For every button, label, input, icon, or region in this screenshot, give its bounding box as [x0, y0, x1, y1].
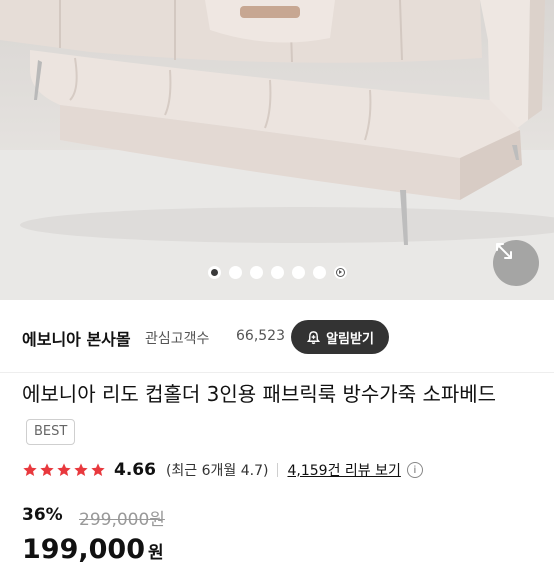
expand-arrows-icon [496, 243, 512, 259]
gallery-pagination [0, 264, 554, 280]
star-icon [57, 463, 71, 476]
pagination-dot[interactable] [291, 265, 305, 279]
info-icon[interactable]: i [406, 462, 423, 478]
divider [277, 463, 279, 477]
notification-subscribe-button[interactable]: 알림받기 [291, 320, 389, 354]
original-price: 299,000원 [79, 510, 165, 530]
star-icon [40, 463, 54, 476]
discount-rate: 36% [22, 505, 63, 525]
product-title: 에보니아 리도 컵홀더 3인용 패브릭룩 방수가죽 소파베드 BEST [22, 376, 537, 448]
star-icon [23, 463, 37, 476]
star-icon [74, 463, 88, 476]
pagination-dot[interactable] [228, 265, 242, 279]
sale-price: 199,000 원 [22, 534, 164, 565]
product-title-text: 에보니아 리도 컵홀더 3인용 패브릭룩 방수가죽 소파베드 [22, 382, 497, 406]
pagination-dot[interactable] [270, 265, 284, 279]
review-link[interactable]: 4,159건 리뷰 보기 [287, 460, 400, 480]
bell-plus-icon [307, 330, 321, 344]
product-image-gallery[interactable] [0, 0, 554, 300]
pagination-dot[interactable] [312, 265, 326, 279]
star-icon [91, 463, 105, 476]
sofa-bed-photo [0, 0, 554, 300]
follower-count: 66,523 [236, 328, 285, 344]
follower-label: 관심고객수 [145, 331, 210, 347]
play-icon [335, 267, 345, 277]
video-pagination-dot[interactable] [333, 265, 347, 279]
currency-unit: 원 [147, 543, 164, 563]
best-badge: BEST [26, 419, 76, 445]
star-rating [22, 462, 106, 478]
alarm-button-label: 알림받기 [326, 331, 374, 347]
store-name-link[interactable]: 에보니아 본사몰 [22, 326, 131, 350]
store-info-row: 에보니아 본사몰 관심고객수 66,523 알림받기 [0, 300, 554, 373]
pagination-dot-active[interactable] [207, 265, 221, 279]
expand-image-button[interactable] [493, 240, 539, 286]
rating-row: 4.66 (최근 6개월 4.7) 4,159건 리뷰 보기 i [22, 458, 423, 482]
rating-value: 4.66 [114, 460, 156, 480]
sale-price-value: 199,000 [22, 534, 145, 565]
pagination-dot[interactable] [249, 265, 263, 279]
recent-rating: (최근 6개월 4.7) [165, 463, 269, 479]
